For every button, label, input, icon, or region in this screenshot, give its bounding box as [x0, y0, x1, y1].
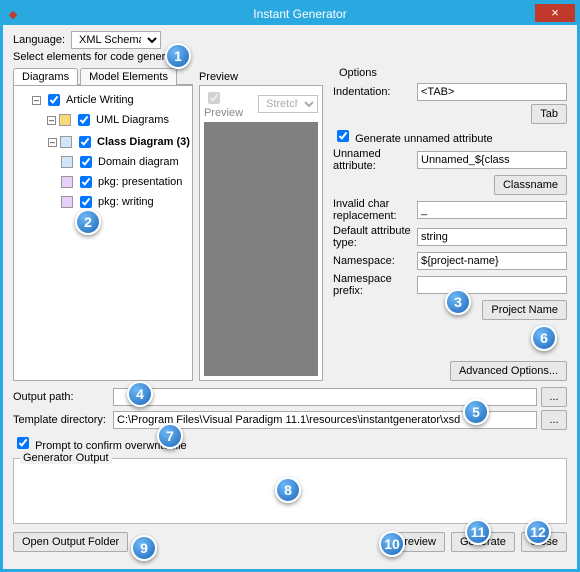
- class-icon: [60, 136, 72, 148]
- output-path-input[interactable]: [113, 388, 537, 406]
- unnamed-attr-input[interactable]: [417, 151, 567, 169]
- gen-unnamed-checkbox[interactable]: Generate unnamed attribute: [333, 127, 493, 145]
- element-tree[interactable]: – Article Writing – UML Diagrams – Class Di…: [13, 85, 193, 381]
- tree-item[interactable]: pkg: writing: [98, 196, 154, 208]
- package-icon: [61, 176, 73, 188]
- window-title: Instant Generator: [23, 7, 577, 21]
- tab-button[interactable]: Tab: [531, 104, 567, 124]
- tree-item[interactable]: pkg: presentation: [98, 176, 182, 188]
- tree-check[interactable]: [80, 156, 92, 168]
- tree-check[interactable]: [80, 176, 92, 188]
- nsprefix-input[interactable]: [417, 276, 567, 294]
- generator-output-box: Generator Output: [13, 458, 567, 524]
- stretch-select[interactable]: Stretch: [258, 95, 318, 113]
- invalid-char-label: Invalid char replacement:: [333, 198, 413, 222]
- preview-button[interactable]: Preview: [388, 532, 445, 552]
- def-attr-label: Default attribute type:: [333, 225, 413, 249]
- tree-item[interactable]: UML Diagrams: [96, 114, 169, 126]
- preview-title: Preview: [199, 71, 323, 83]
- language-label: Language:: [13, 34, 65, 46]
- indentation-label: Indentation:: [333, 86, 413, 98]
- expand-icon[interactable]: –: [48, 138, 57, 147]
- template-dir-label: Template directory:: [13, 414, 109, 426]
- body: 1 2 3 4 5 6 7 8 9 10 11 12 Language: XML…: [3, 25, 577, 569]
- folder-icon: [59, 114, 71, 126]
- advanced-options-button[interactable]: Advanced Options...: [450, 361, 567, 381]
- namespace-label: Namespace:: [333, 255, 413, 267]
- output-browse-button[interactable]: ...: [541, 387, 567, 407]
- preview-checkbox[interactable]: Preview: [204, 89, 252, 119]
- preview-pane: Preview Stretch: [199, 85, 323, 381]
- output-path-label: Output path:: [13, 391, 109, 403]
- classname-button[interactable]: Classname: [494, 175, 567, 195]
- close-icon[interactable]: ×: [535, 4, 575, 22]
- tab-model-elements[interactable]: Model Elements: [80, 68, 177, 85]
- window: ◆ Instant Generator × 1 2 3 4 5 6 7 8 9 …: [3, 3, 577, 569]
- indentation-input[interactable]: [417, 83, 567, 101]
- nsprefix-label: Namespace prefix:: [333, 273, 413, 297]
- tree-item[interactable]: Article Writing: [66, 94, 134, 106]
- tab-diagrams[interactable]: Diagrams: [13, 68, 78, 85]
- class-icon: [61, 156, 73, 168]
- app-icon: ◆: [3, 8, 23, 21]
- generate-button[interactable]: Generate: [451, 532, 515, 552]
- unnamed-attr-label: Unnamed attribute:: [333, 148, 413, 172]
- open-output-folder-button[interactable]: Open Output Folder: [13, 532, 128, 552]
- invalid-char-input[interactable]: [417, 201, 567, 219]
- expand-icon[interactable]: –: [47, 116, 56, 125]
- project-name-button[interactable]: Project Name: [482, 300, 567, 320]
- prompt-overwrite-checkbox[interactable]: Prompt to confirm overwrite file: [13, 434, 567, 452]
- options-title: Options: [339, 67, 567, 79]
- tree-check[interactable]: [80, 196, 92, 208]
- generator-output-label: Generator Output: [20, 452, 112, 464]
- def-attr-input[interactable]: [417, 228, 567, 246]
- package-icon: [61, 196, 73, 208]
- namespace-input[interactable]: [417, 252, 567, 270]
- template-dir-input[interactable]: [113, 411, 537, 429]
- tree-item[interactable]: Domain diagram: [98, 156, 179, 168]
- language-select[interactable]: XML Schema: [71, 31, 161, 49]
- tree-item[interactable]: Class Diagram (3): [97, 136, 190, 148]
- tabs: Diagrams Model Elements: [13, 67, 193, 85]
- tree-check[interactable]: [79, 136, 91, 148]
- preview-canvas: [204, 122, 318, 376]
- tree-check[interactable]: [78, 114, 90, 126]
- template-browse-button[interactable]: ...: [541, 410, 567, 430]
- select-elements-label: Select elements for code generation: [13, 51, 567, 63]
- tree-check[interactable]: [48, 94, 60, 106]
- close-button[interactable]: Close: [521, 532, 567, 552]
- titlebar: ◆ Instant Generator ×: [3, 3, 577, 25]
- expand-icon[interactable]: –: [32, 96, 41, 105]
